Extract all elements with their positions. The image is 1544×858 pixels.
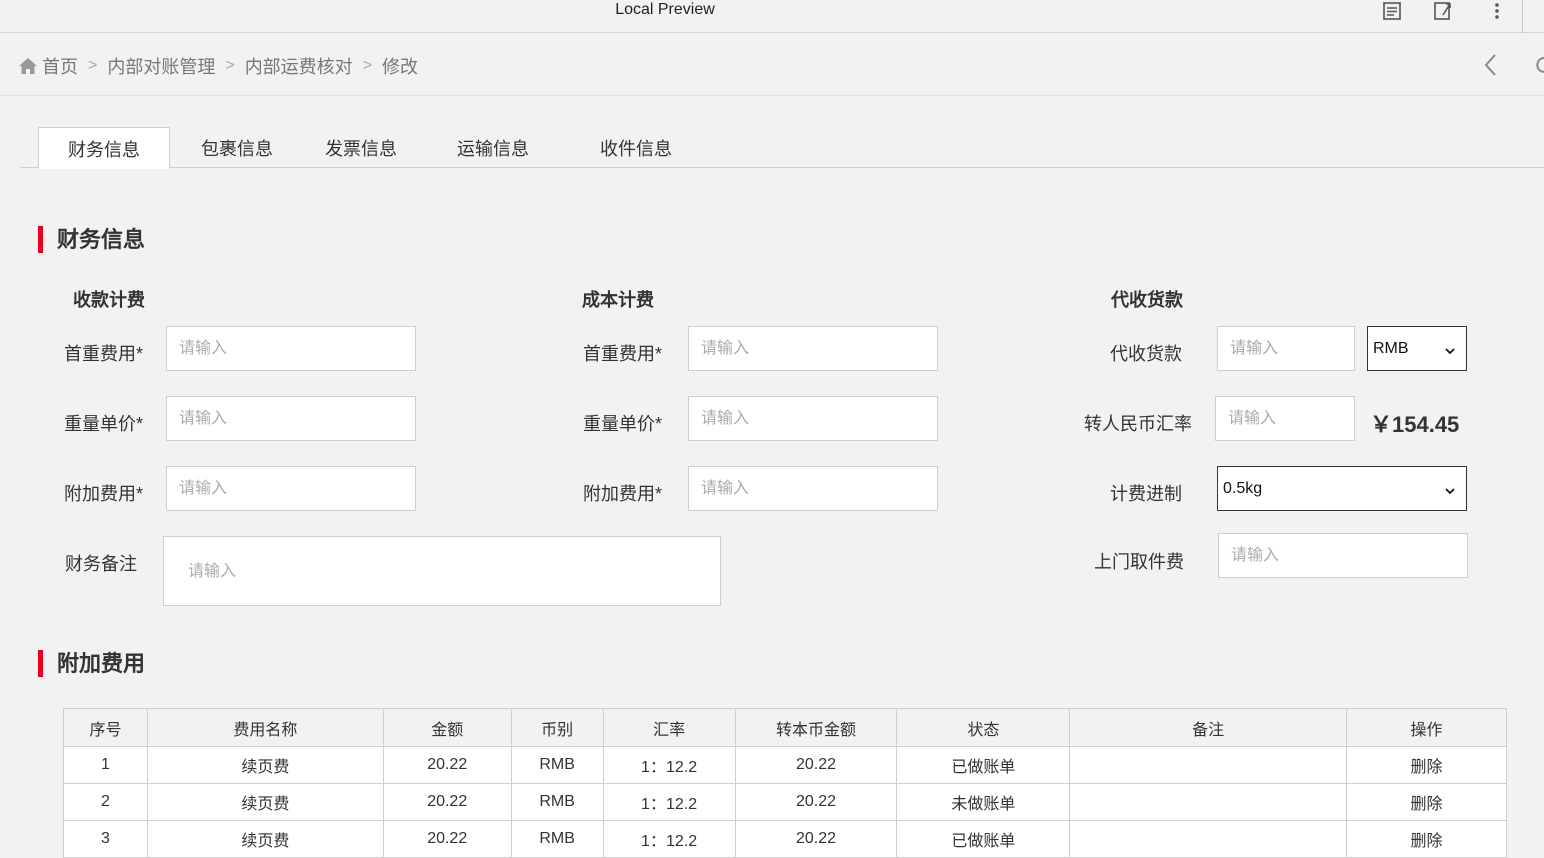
cod-currency-select[interactable]: RMB xyxy=(1367,326,1467,371)
more-menu-icon[interactable] xyxy=(1485,0,1509,22)
cell-index: 2 xyxy=(63,783,148,821)
breadcrumb-home[interactable]: 首页 xyxy=(42,53,78,79)
cell-status: 已做账单 xyxy=(896,820,1071,858)
refresh-icon[interactable] xyxy=(1534,53,1544,77)
cod-amount-input[interactable]: 请输入 xyxy=(1217,326,1355,371)
window-title: Local Preview xyxy=(615,1,715,18)
cell-local-amount: 20.22 xyxy=(734,746,898,784)
chevron-right-icon: > xyxy=(362,57,373,74)
cell-remark xyxy=(1069,783,1348,821)
cell-amount: 20.22 xyxy=(382,746,512,784)
cost-unit-price-input[interactable]: 请输入 xyxy=(688,396,938,441)
rmb-rate-input[interactable]: 请输入 xyxy=(1215,396,1355,441)
cost-title: 成本计费 xyxy=(582,290,654,310)
receivable-extra-fee-label: 附加费用* xyxy=(64,484,144,504)
column-header: 转本币金额 xyxy=(734,708,898,747)
receivable-first-weight-input[interactable]: 请输入 xyxy=(166,326,416,371)
delete-link[interactable]: 删除 xyxy=(1346,746,1507,784)
cell-fee-name: 续页费 xyxy=(146,783,384,821)
tab-package[interactable]: 包裹信息 xyxy=(180,127,294,168)
column-header: 汇率 xyxy=(602,708,736,747)
cell-fee-name: 续页费 xyxy=(146,820,384,858)
receivable-extra-fee-input[interactable]: 请输入 xyxy=(166,466,416,511)
cost-extra-fee-input[interactable]: 请输入 xyxy=(688,466,938,511)
receivable-title: 收款计费 xyxy=(73,290,145,310)
tab-finance[interactable]: 财务信息 xyxy=(38,127,170,169)
column-header: 备注 xyxy=(1069,708,1348,747)
cell-remark xyxy=(1069,746,1348,784)
cell-amount: 20.22 xyxy=(382,820,512,858)
chevron-right-icon: > xyxy=(225,57,235,74)
cell-rate: 1：12.2 xyxy=(602,783,736,821)
table-header-row: 序号 费用名称 金额 币别 汇率 转本币金额 状态 备注 操作 xyxy=(63,708,1507,747)
cost-first-weight-label: 首重费用* xyxy=(583,344,663,364)
table-row: 1 续页费 20.22 RMB 1：12.2 20.22 已做账单 删除 xyxy=(63,746,1507,784)
chevron-down-icon xyxy=(1444,477,1456,501)
column-header: 操作 xyxy=(1346,708,1507,747)
titlebar-divider xyxy=(1522,0,1523,33)
breadcrumb-freight-check[interactable]: 内部运费核对 xyxy=(245,53,353,79)
cell-remark xyxy=(1069,820,1348,858)
chevron-down-icon xyxy=(1444,337,1456,361)
pickup-fee-label: 上门取件费 xyxy=(1094,552,1184,572)
finance-remark-label: 财务备注 xyxy=(65,554,137,574)
tab-invoice[interactable]: 发票信息 xyxy=(305,127,417,168)
breadcrumb-edit: 修改 xyxy=(382,57,419,77)
breadcrumb-internal-reconciliation[interactable]: 内部对账管理 xyxy=(107,53,215,79)
receivable-first-weight-label: 首重费用* xyxy=(64,344,144,364)
cell-currency: RMB xyxy=(510,746,604,784)
reader-view-icon[interactable] xyxy=(1380,0,1404,22)
cell-index: 3 xyxy=(63,820,148,858)
finance-section-title: 财务信息 xyxy=(38,226,145,254)
rmb-rate-label: 转人民币汇率 xyxy=(1084,414,1192,434)
cell-local-amount: 20.22 xyxy=(734,783,898,821)
back-arrow-icon[interactable] xyxy=(1480,51,1502,79)
breadcrumb: 首页 > 内部对账管理 > 内部运费核对 > 修改 xyxy=(18,53,418,79)
column-header: 状态 xyxy=(896,708,1071,747)
cell-status: 已做账单 xyxy=(896,746,1071,784)
cell-status: 未做账单 xyxy=(896,783,1071,821)
cell-currency: RMB xyxy=(510,783,604,821)
tab-bar: 财务信息 包裹信息 发票信息 运输信息 收件信息 xyxy=(20,127,1544,169)
breadcrumb-bar: 首页 > 内部对账管理 > 内部运费核对 > 修改 xyxy=(0,33,1544,96)
cost-first-weight-input[interactable]: 请输入 xyxy=(688,326,938,371)
pickup-fee-input[interactable]: 请输入 xyxy=(1218,533,1468,578)
billing-unit-label: 计费进制 xyxy=(1110,484,1182,504)
cell-index: 1 xyxy=(63,746,148,784)
cell-amount: 20.22 xyxy=(382,783,512,821)
billing-unit-select[interactable]: 0.5kg xyxy=(1217,466,1467,511)
table-row: 2 续页费 20.22 RMB 1：12.2 20.22 未做账单 删除 xyxy=(63,783,1507,821)
receivable-unit-price-input[interactable]: 请输入 xyxy=(166,396,416,441)
column-header: 序号 xyxy=(63,708,148,747)
extra-fee-table: 序号 费用名称 金额 币别 汇率 转本币金额 状态 备注 操作 1 续页费 20… xyxy=(63,708,1507,858)
cost-unit-price-label: 重量单价* xyxy=(583,414,663,434)
delete-link[interactable]: 删除 xyxy=(1346,783,1507,821)
column-header: 币别 xyxy=(510,708,604,747)
cell-rate: 1：12.2 xyxy=(602,820,736,858)
extra-fee-section-title: 附加费用 xyxy=(38,650,145,678)
cod-currency-value: RMB xyxy=(1373,340,1409,357)
column-header: 金额 xyxy=(382,708,512,747)
cost-extra-fee-label: 附加费用* xyxy=(583,484,663,504)
billing-unit-value: 0.5kg xyxy=(1223,480,1263,497)
cell-currency: RMB xyxy=(510,820,604,858)
cell-fee-name: 续页费 xyxy=(146,746,384,784)
tab-recipient[interactable]: 收件信息 xyxy=(578,127,694,168)
cell-local-amount: 20.22 xyxy=(734,820,898,858)
column-header: 费用名称 xyxy=(146,708,384,747)
cod-title: 代收货款 xyxy=(1111,290,1183,310)
chevron-right-icon: > xyxy=(88,57,98,74)
receivable-unit-price-label: 重量单价* xyxy=(64,414,144,434)
window-titlebar: Local Preview xyxy=(0,0,1544,33)
cod-amount-label: 代收货款 xyxy=(1110,344,1182,364)
home-icon[interactable] xyxy=(18,57,38,75)
export-icon[interactable] xyxy=(1431,0,1455,22)
table-row: 3 续页费 20.22 RMB 1：12.2 20.22 已做账单 删除 xyxy=(63,820,1507,858)
tab-transport[interactable]: 运输信息 xyxy=(436,127,550,168)
delete-link[interactable]: 删除 xyxy=(1346,820,1507,858)
rmb-amount-value: ￥154.45 xyxy=(1370,412,1460,437)
cell-rate: 1：12.2 xyxy=(602,746,736,784)
finance-remark-textarea[interactable]: 请输入 xyxy=(163,536,721,606)
